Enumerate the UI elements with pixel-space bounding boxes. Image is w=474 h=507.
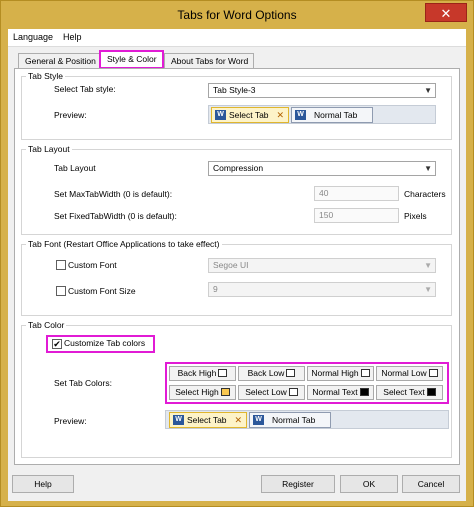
back-high-swatch	[218, 369, 228, 377]
back-high-label: Back High	[177, 368, 217, 378]
customize-tab-colors-checkbox[interactable]: ✔	[52, 339, 62, 349]
word-document-icon: W	[215, 110, 226, 120]
back-high-button[interactable]: Back High	[169, 366, 236, 381]
tab-layout-title: Tab Layout	[26, 144, 72, 154]
dialog-client: Language Help General & Position Style &…	[8, 29, 466, 501]
select-high-button[interactable]: Select High	[169, 385, 236, 400]
tab-colors-highlight: Back High Back Low Normal High Normal Lo…	[165, 362, 449, 404]
menu-help[interactable]: Help	[63, 32, 82, 42]
custom-font-size-value: 9	[213, 284, 218, 294]
tab-color-preview-label: Preview:	[54, 416, 87, 426]
max-tab-width-label: Set MaxTabWidth (0 is default):	[54, 189, 173, 199]
fixed-tab-width-unit: Pixels	[404, 211, 427, 221]
custom-font-size-select[interactable]: 9 ▼	[208, 282, 436, 297]
normal-low-label: Normal Low	[381, 368, 427, 378]
tab-layout-group: Tab Layout Tab Layout Compression ▼ Set …	[21, 144, 452, 235]
close-window-button[interactable]: ✕	[425, 3, 467, 22]
close-icon: ✕	[234, 415, 242, 425]
style-color-page: Tab Style Select Tab style: Tab Style-3 …	[14, 68, 460, 465]
normal-high-button[interactable]: Normal High	[307, 366, 374, 381]
max-tab-width-input[interactable]: 40	[314, 186, 399, 201]
select-low-label: Select Low	[245, 387, 287, 397]
ok-button[interactable]: OK	[340, 475, 398, 493]
fixed-tab-width-label: Set FixedTabWidth (0 is default):	[54, 211, 177, 221]
menu-language[interactable]: Language	[13, 32, 53, 42]
select-text-swatch	[426, 388, 436, 396]
normal-low-button[interactable]: Normal Low	[376, 366, 443, 381]
preview-normal-tab: W Normal Tab	[291, 107, 373, 123]
tab-style-group: Tab Style Select Tab style: Tab Style-3 …	[21, 71, 452, 140]
tab-color-preview: W Select Tab ✕ W Normal Tab	[165, 410, 449, 429]
normal-high-swatch	[360, 369, 370, 377]
preview-selected-label: Select Tab	[229, 110, 269, 120]
tab-font-title: Tab Font (Restart Office Applications to…	[26, 239, 222, 249]
tab-layout-select[interactable]: Compression ▼	[208, 161, 436, 176]
cancel-button[interactable]: Cancel	[402, 475, 460, 493]
select-tab-style-label: Select Tab style:	[54, 84, 116, 94]
preview-selected-tab: W Select Tab ✕	[211, 107, 289, 123]
tab-style-select[interactable]: Tab Style-3 ▼	[208, 83, 436, 98]
select-low-swatch	[288, 388, 298, 396]
normal-low-swatch	[428, 369, 438, 377]
color-preview-selected-tab: W Select Tab ✕	[169, 412, 247, 428]
color-preview-normal-tab: W Normal Tab	[249, 412, 331, 428]
tab-about[interactable]: About Tabs for Word	[164, 53, 254, 69]
word-document-icon: W	[253, 415, 264, 425]
register-button[interactable]: Register	[261, 475, 335, 493]
customize-tab-colors-label: Customize Tab colors	[64, 338, 146, 348]
set-tab-colors-label: Set Tab Colors:	[54, 378, 112, 388]
title-bar: Tabs for Word Options ✕	[1, 1, 473, 29]
select-low-button[interactable]: Select Low	[238, 385, 305, 400]
window-title: Tabs for Word Options	[177, 8, 297, 22]
fixed-tab-width-input[interactable]: 150	[314, 208, 399, 223]
normal-high-label: Normal High	[311, 368, 359, 378]
select-text-label: Select Text	[383, 387, 425, 397]
color-preview-normal-label: Normal Tab	[272, 415, 316, 425]
back-low-label: Back Low	[247, 368, 285, 378]
tab-layout-value: Compression	[213, 163, 264, 173]
tab-style-title: Tab Style	[26, 71, 65, 81]
tab-style-value: Tab Style-3	[213, 85, 256, 95]
back-low-swatch	[286, 369, 296, 377]
normal-text-label: Normal Text	[312, 387, 358, 397]
custom-font-select[interactable]: Segoe UI ▼	[208, 258, 436, 273]
tab-style-preview-label: Preview:	[54, 110, 87, 120]
select-text-button[interactable]: Select Text	[376, 385, 443, 400]
tab-style-color[interactable]: Style & Color	[99, 50, 164, 69]
help-button[interactable]: Help	[12, 475, 74, 493]
tab-color-group: Tab Color ✔ Customize Tab colors Set Tab…	[21, 320, 452, 458]
tab-color-title: Tab Color	[26, 320, 67, 330]
chevron-down-icon: ▼	[424, 261, 432, 270]
tab-general-position[interactable]: General & Position	[18, 53, 100, 69]
max-tab-width-unit: Characters	[404, 189, 446, 199]
custom-font-size-label: Custom Font Size	[68, 286, 136, 296]
tab-font-group: Tab Font (Restart Office Applications to…	[21, 239, 452, 316]
custom-font-label: Custom Font	[68, 260, 117, 270]
custom-font-size-checkbox[interactable]	[56, 286, 66, 296]
color-preview-selected-label: Select Tab	[187, 415, 227, 425]
chevron-down-icon: ▼	[424, 164, 432, 173]
close-icon: ✕	[276, 110, 284, 120]
select-high-swatch	[220, 388, 230, 396]
chevron-down-icon: ▼	[424, 285, 432, 294]
select-high-label: Select High	[175, 387, 219, 397]
normal-text-button[interactable]: Normal Text	[307, 385, 374, 400]
tab-layout-label: Tab Layout	[54, 163, 96, 173]
back-low-button[interactable]: Back Low	[238, 366, 305, 381]
custom-font-value: Segoe UI	[213, 260, 249, 270]
menu-bar: Language Help	[8, 29, 466, 47]
word-document-icon: W	[173, 415, 184, 425]
chevron-down-icon: ▼	[424, 86, 432, 95]
custom-font-checkbox[interactable]	[56, 260, 66, 270]
options-window: Tabs for Word Options ✕ Language Help Ge…	[0, 0, 474, 507]
tab-style-preview: W Select Tab ✕ W Normal Tab	[208, 105, 436, 124]
word-document-icon: W	[295, 110, 306, 120]
preview-normal-label: Normal Tab	[314, 110, 358, 120]
normal-text-swatch	[359, 388, 369, 396]
